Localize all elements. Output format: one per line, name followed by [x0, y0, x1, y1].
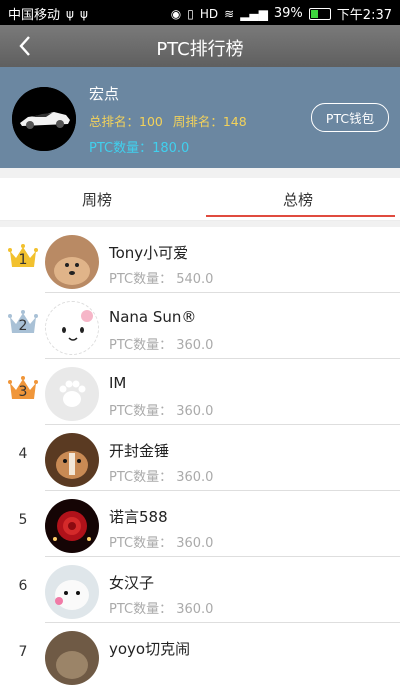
- ptc-count: PTC数量：180.0: [89, 141, 190, 156]
- avatar: [45, 499, 99, 553]
- avatar: [45, 631, 99, 685]
- vibrate-icon: ▯: [187, 6, 194, 21]
- user-ptc: PTC数量： 540.0: [109, 272, 214, 287]
- user-name: Tony小可爱: [109, 244, 189, 262]
- rank-badge: 2: [8, 307, 38, 337]
- ranking-tabs: 周榜 总榜: [0, 178, 400, 221]
- list-item[interactable]: 3 IM PTC数量： 360.0: [0, 359, 400, 425]
- user-ptc: PTC数量： 360.0: [109, 338, 214, 353]
- rank-badge: 7: [8, 637, 38, 667]
- user-name: 女汉子: [109, 574, 155, 592]
- rank-number: 3: [18, 384, 28, 400]
- rank-number: 4: [18, 446, 28, 462]
- list-item[interactable]: 7 yoyo切克闹: [0, 623, 400, 689]
- rank-number: 1: [18, 252, 28, 268]
- user-ptc: PTC数量： 360.0: [109, 470, 214, 485]
- rank-badge: 3: [8, 373, 38, 403]
- rank-number: 2: [18, 318, 28, 334]
- battery-icon: [308, 7, 331, 20]
- profile-header: 宏点 总排名：100 周排名：148 PTC数量：180.0 PTC钱包: [0, 67, 400, 168]
- rank-badge: 4: [8, 439, 38, 469]
- user-name: IM: [109, 374, 127, 392]
- rank-badge: 5: [8, 505, 38, 535]
- title-bar: PTC排行榜: [0, 25, 400, 67]
- cat-photo-avatar-icon: [45, 631, 99, 685]
- list-item[interactable]: 6 女汉子 PTC数量： 360.0: [0, 557, 400, 623]
- total-rank: 总排名：100: [89, 114, 163, 129]
- user-ptc: PTC数量： 360.0: [109, 404, 214, 419]
- carrier-label: 中国移动: [8, 8, 61, 23]
- tab-total[interactable]: 总榜: [283, 189, 313, 210]
- list-item[interactable]: 4 开封金锤 PTC数量： 360.0: [0, 425, 400, 491]
- rank-info: 总排名：100 周排名：148: [89, 111, 253, 130]
- rank-number: 7: [18, 644, 28, 660]
- user-name: 诺言588: [109, 508, 168, 526]
- avatar: [45, 235, 99, 289]
- user-avatar[interactable]: [12, 87, 76, 151]
- paw-avatar-icon: [45, 367, 99, 421]
- cat-avatar-icon: [46, 302, 98, 354]
- ptc-wallet-button[interactable]: PTC钱包: [311, 103, 389, 132]
- status-bar: 中国移动 ψ ψ ◉ ▯ HD ≋ ▂▄▆ 39% 下午2:37: [0, 0, 400, 25]
- avatar: [45, 367, 99, 421]
- rose-avatar-icon: [45, 499, 99, 553]
- user-name: Nana Sun®: [109, 308, 197, 326]
- white-dog-avatar-icon: [45, 565, 99, 619]
- rank-number: 6: [18, 578, 28, 594]
- rank-badge: 6: [8, 571, 38, 601]
- rank-number: 5: [18, 512, 28, 528]
- dog-avatar-icon: [45, 235, 99, 289]
- usb-icon: ψ: [66, 6, 74, 21]
- page-title: PTC排行榜: [156, 39, 244, 60]
- week-rank: 周排名：148: [172, 114, 247, 129]
- wifi-icon: ≋: [224, 6, 235, 21]
- user-ptc: PTC数量： 360.0: [109, 536, 214, 551]
- battery-percent: 39%: [273, 6, 303, 21]
- avatar: [45, 433, 99, 487]
- car-avatar-icon: [12, 87, 76, 151]
- list-item[interactable]: 2 Nana Sun® PTC数量： 360.0: [0, 293, 400, 359]
- location-icon: ◉: [170, 6, 182, 21]
- profile-name: 宏点: [89, 85, 120, 103]
- beagle-avatar-icon: [45, 433, 99, 487]
- list-item[interactable]: 1 Tony小可爱 PTC数量： 540.0: [0, 227, 400, 293]
- user-ptc: PTC数量： 360.0: [109, 602, 214, 617]
- list-item[interactable]: 5 诺言588 PTC数量： 360.0: [0, 491, 400, 557]
- avatar: [45, 565, 99, 619]
- tab-weekly[interactable]: 周榜: [82, 189, 112, 210]
- signal-icon: ▂▄▆: [240, 6, 268, 21]
- user-name: yoyo切克闹: [109, 640, 191, 658]
- active-tab-indicator: [206, 215, 395, 217]
- user-name: 开封金锤: [109, 442, 170, 460]
- clock: 下午2:37: [336, 8, 392, 23]
- usb-icon-2: ψ: [79, 6, 88, 21]
- ranking-list: 1 Tony小可爱 PTC数量： 540.0 2 Nana Sun® PTC数量…: [0, 227, 400, 689]
- hd-icon: HD: [199, 6, 219, 21]
- avatar: [45, 301, 99, 355]
- rank-badge: 1: [8, 241, 38, 271]
- section-gap: [0, 168, 400, 178]
